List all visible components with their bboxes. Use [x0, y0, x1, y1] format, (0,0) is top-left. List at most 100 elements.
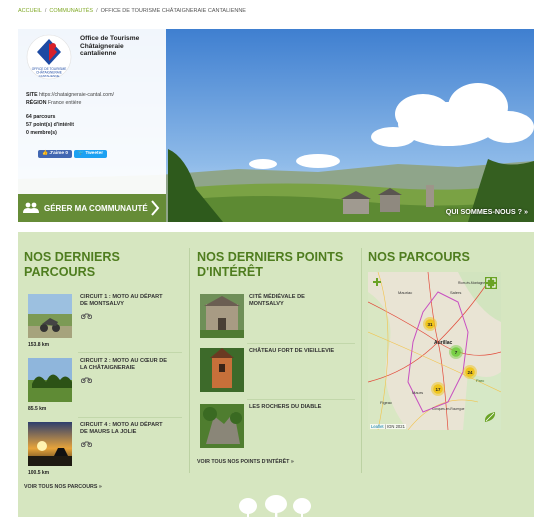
community-hero: OFFICE DE TOURISME CHÂTAIGNERAIE CANTALI…	[18, 29, 534, 222]
motorcycle-icon	[81, 313, 92, 319]
route-title-line: DE MONTSALVY	[80, 301, 125, 307]
community-name: Office de Tourisme Châtaigneraie cantali…	[80, 35, 164, 58]
route-distance: 153.8 km	[28, 342, 50, 348]
section-title-line: NOS DERNIERS	[24, 250, 120, 264]
zoom-in-icon[interactable]	[372, 277, 382, 287]
motorcycle-icon	[81, 441, 92, 447]
route-thumbnail[interactable]	[28, 422, 72, 466]
map-label-city: Riom-ès-Montagnes	[458, 281, 487, 285]
region-value: France entière	[47, 100, 82, 106]
poi-title[interactable]: CHÂTEAU FORT DE VIEILLEVIE	[249, 348, 334, 355]
cluster-count: 24	[467, 370, 473, 375]
community-name-line: Châtaigneraie	[80, 42, 124, 50]
fullscreen-icon[interactable]	[485, 277, 497, 289]
see-all-routes-link[interactable]: VOIR TOUS NOS PARCOURS »	[24, 484, 102, 490]
poi-title-line: LES ROCHERS DU DIABLE	[249, 404, 322, 410]
poi-item[interactable]: CHÂTEAU FORT DE VIEILLEVIE	[200, 348, 355, 394]
leaflet-link[interactable]: Leaflet	[371, 424, 384, 429]
community-logo: OFFICE DE TOURISME CHÂTAIGNERAIE CANTALI…	[26, 34, 72, 80]
map-label-city: Aurillac	[434, 340, 453, 346]
route-thumbnail[interactable]	[28, 358, 72, 402]
motorcycle-icon	[81, 377, 92, 383]
community-name-line: Office de Tourisme	[80, 35, 140, 42]
latest-poi-title: NOS DERNIERS POINTS D'INTÉRÊT	[197, 250, 343, 280]
route-title[interactable]: CIRCUIT 2 : MOTO AU CŒUR DE LA CHÂTAIGNE…	[80, 358, 167, 372]
users-icon	[23, 202, 39, 213]
see-all-poi-link[interactable]: VOIR TOUS NOS POINTS D'INTÉRÊT »	[197, 459, 294, 465]
route-title[interactable]: CIRCUIT 1 : MOTO AU DÉPART DE MONTSALVY	[80, 294, 163, 308]
community-name-line: cantalienne	[80, 50, 117, 58]
breadcrumb-current: OFFICE DE TOURISME CHÂTAIGNERAIE CANTALI…	[100, 8, 246, 14]
poi-item[interactable]: LES ROCHERS DU DIABLE	[200, 404, 355, 450]
route-thumbnail[interactable]	[28, 294, 72, 338]
map-cluster-marker[interactable]: 17	[431, 382, 445, 396]
section-title-line: PARCOURS	[24, 265, 96, 279]
logo-text: CANTALIENNE	[39, 74, 60, 78]
breadcrumb-separator: /	[44, 8, 47, 14]
site-label: SITE	[26, 92, 38, 98]
route-title-line: LA CHÂTAIGNERAIE	[80, 365, 136, 371]
route-title-line: CIRCUIT 1 : MOTO AU DÉPART	[80, 294, 163, 300]
chevron-right-icon	[151, 200, 160, 216]
poi-title-line: CHÂTEAU FORT DE VIEILLEVIE	[249, 348, 335, 354]
section-title-line: D'INTÉRÊT	[197, 265, 263, 279]
facebook-like-button[interactable]: 👍 J'aime 0	[38, 150, 73, 158]
route-title[interactable]: CIRCUIT 4 : MOTO AU DÉPART DE MAURS LA J…	[80, 422, 163, 436]
breadcrumb-communities[interactable]: COMMUNAUTÉS	[49, 8, 93, 14]
item-divider	[78, 417, 182, 418]
map-label-park: Parc	[476, 378, 484, 383]
route-title-line: CIRCUIT 2 : MOTO AU CŒUR DE	[80, 358, 168, 364]
map-label-city: Maurs	[412, 390, 423, 395]
poi-title[interactable]: CITÉ MÉDIÉVALE DE MONTSALVY	[249, 294, 305, 308]
poi-title-line: CITÉ MÉDIÉVALE DE	[249, 294, 305, 300]
map-layers-icon[interactable]	[483, 410, 497, 424]
map-canvas[interactable]: Aurillac Salers Riom-ès-Montagnes Mauria…	[368, 272, 501, 430]
manage-community-button[interactable]: GÉRER MA COMMUNAUTÉ	[18, 194, 166, 222]
poi-title[interactable]: LES ROCHERS DU DIABLE	[249, 404, 321, 411]
route-item[interactable]: CIRCUIT 4 : MOTO AU DÉPART DE MAURS LA J…	[28, 422, 178, 478]
map-label-city: Salers	[450, 290, 461, 295]
poi-thumbnail[interactable]	[200, 404, 244, 448]
poi-title-line: MONTSALVY	[249, 301, 284, 307]
social-share-row: 👍 J'aime 0 🐦 Tweeter	[38, 150, 108, 158]
route-title-line: DE MAURS LA JOLIE	[80, 429, 137, 435]
map-cluster-marker[interactable]: 31	[423, 317, 437, 331]
route-item[interactable]: CIRCUIT 1 : MOTO AU DÉPART DE MONTSALVY …	[28, 294, 178, 350]
about-us-link[interactable]: QUI SOMMES-NOUS ? »	[446, 207, 528, 216]
route-item[interactable]: CIRCUIT 2 : MOTO AU CŒUR DE LA CHÂTAIGNE…	[28, 358, 178, 414]
stat-routes: 64 parcours	[26, 114, 56, 120]
map-cluster-marker[interactable]: 7	[449, 345, 463, 359]
item-divider	[78, 352, 182, 353]
tweet-button[interactable]: 🐦 Tweeter	[74, 150, 108, 158]
site-link[interactable]: https://chataigneraie-cantal.com/	[39, 92, 114, 98]
item-divider	[247, 399, 355, 400]
stat-points-of-interest: 57 point(s) d'intérêt	[26, 122, 74, 128]
poi-item[interactable]: CITÉ MÉDIÉVALE DE MONTSALVY	[200, 294, 355, 340]
map-label-city: Conques-en-Rouergue	[432, 407, 465, 411]
map-cluster-marker[interactable]: 24	[463, 365, 477, 379]
routes-map[interactable]: Aurillac Salers Riom-ès-Montagnes Mauria…	[368, 272, 501, 430]
poi-thumbnail[interactable]	[200, 348, 244, 392]
ign-credit: IGN 2021	[387, 424, 405, 429]
item-divider	[247, 343, 355, 344]
map-label-city: Figeac	[380, 400, 392, 405]
column-divider	[361, 248, 362, 473]
route-title-line: CIRCUIT 4 : MOTO AU DÉPART	[80, 422, 163, 428]
stat-members: 0 membre(s)	[26, 130, 57, 136]
map-attribution: Leaflet | IGN 2021	[370, 424, 406, 429]
breadcrumb-home[interactable]: ACCUEIL	[18, 8, 42, 14]
section-title-line: NOS DERNIERS POINTS	[197, 250, 344, 264]
community-info-panel: OFFICE DE TOURISME CHÂTAIGNERAIE CANTALI…	[18, 29, 166, 194]
column-divider	[189, 248, 190, 473]
route-distance: 100.5 km	[28, 470, 50, 476]
poi-thumbnail[interactable]	[200, 294, 244, 338]
breadcrumb: ACCUEIL / COMMUNAUTÉS / OFFICE DE TOURISME C…	[18, 8, 246, 14]
manage-community-label: GÉRER MA COMMUNAUTÉ	[44, 203, 148, 213]
trees-decoration-icon	[239, 495, 311, 517]
community-content: NOS DERNIERS PARCOURS CIRCUIT 1 : MOTO A…	[18, 232, 534, 517]
like-label: J'aime 0	[49, 151, 69, 156]
routes-map-title: NOS PARCOURS	[368, 250, 470, 264]
cluster-count: 17	[435, 387, 441, 392]
tweet-label: Tweeter	[85, 151, 104, 156]
region-label: RÉGION	[26, 100, 47, 106]
